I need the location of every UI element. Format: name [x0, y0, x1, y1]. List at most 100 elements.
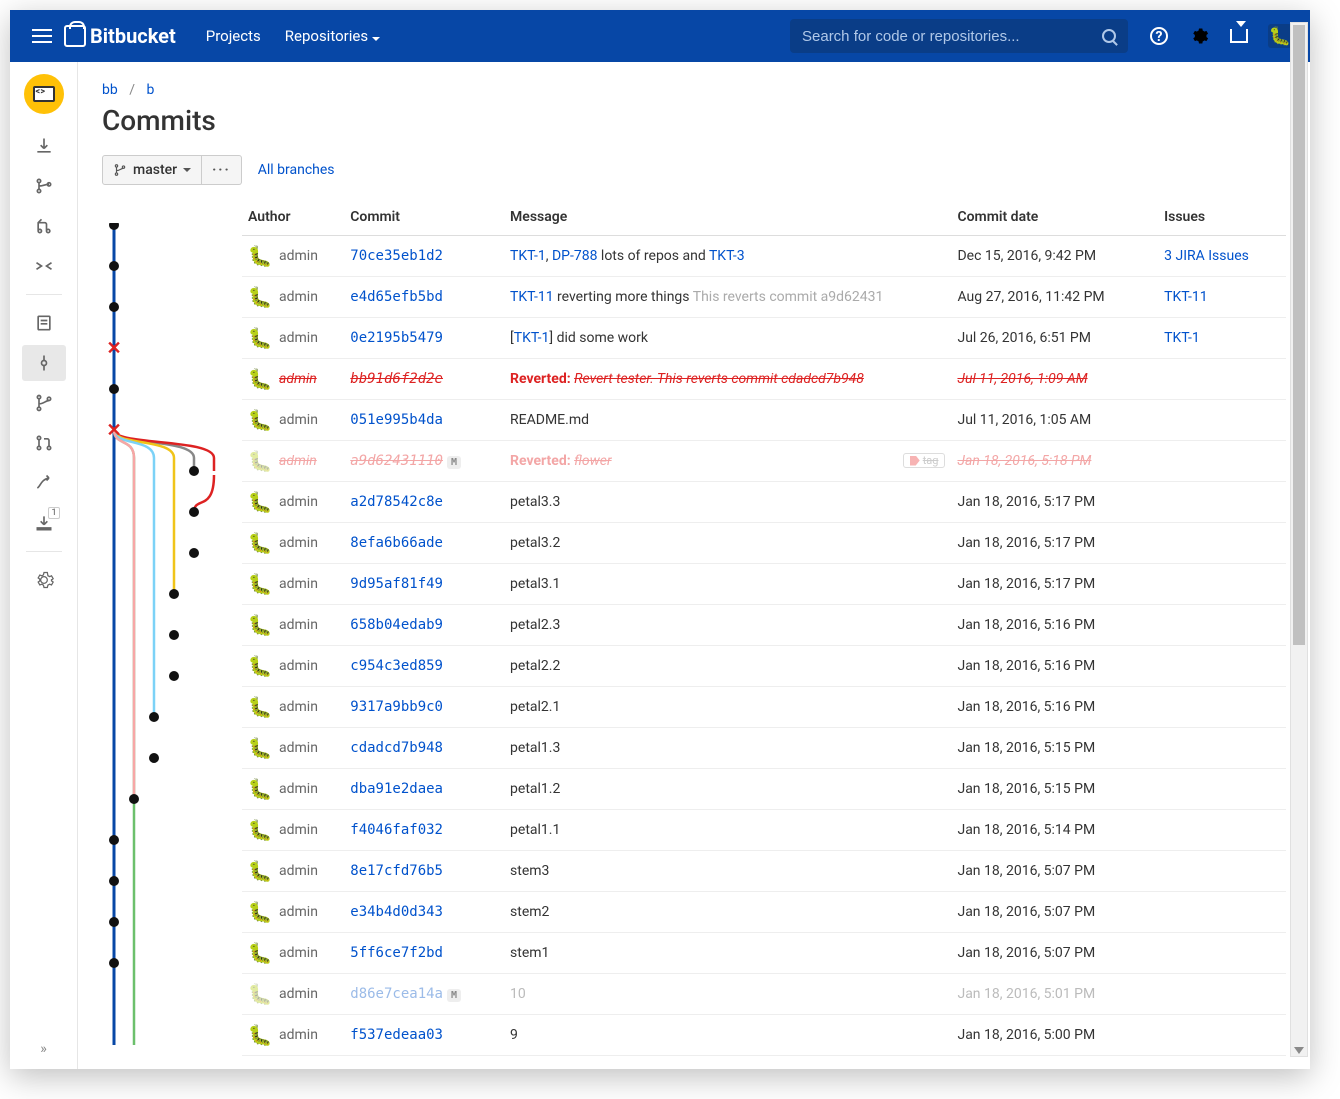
author-name: admin: [279, 740, 318, 756]
project-avatar[interactable]: [24, 74, 64, 114]
commit-row[interactable]: 🐛admina9d62431110MReverted: flowertagJan…: [242, 441, 1286, 482]
issue-link[interactable]: TKT-3: [709, 248, 745, 264]
commit-hash[interactable]: 70ce35eb1d2: [350, 248, 443, 264]
commit-row[interactable]: 🐛adminbb91d6f2d2eReverted: Revert tester…: [242, 359, 1286, 400]
sidebar-compare[interactable]: [22, 248, 66, 284]
sidebar-clone[interactable]: [22, 128, 66, 164]
commit-hash[interactable]: a9d62431110: [350, 453, 443, 469]
commit-hash[interactable]: f4046faf032: [350, 822, 443, 838]
commit-row[interactable]: 🐛adminf4046faf032petal1.1Jan 18, 2016, 5…: [242, 810, 1286, 851]
commit-message: petal2.1: [504, 687, 951, 728]
scroll-down-arrow[interactable]: [1294, 1047, 1304, 1054]
commit-hash[interactable]: 8efa6b66ade: [350, 535, 443, 551]
svg-text:✕: ✕: [106, 338, 121, 358]
commit-hash[interactable]: 658b04edab9: [350, 617, 443, 633]
commit-row[interactable]: 🐛admin9d95af81f49petal3.1Jan 18, 2016, 5…: [242, 564, 1286, 605]
breadcrumb-project[interactable]: bb: [102, 82, 118, 98]
commit-hash[interactable]: 0e2195b5479: [350, 330, 443, 346]
sidebar-pull-requests[interactable]: [22, 425, 66, 461]
merge-badge: M: [447, 989, 461, 1002]
scrollbar-thumb[interactable]: [1293, 25, 1305, 645]
gear-icon[interactable]: [1188, 25, 1210, 47]
commit-row[interactable]: 🐛adminf537edeaa039Jan 18, 2016, 5:00 PM: [242, 1015, 1286, 1056]
all-branches-link[interactable]: All branches: [258, 162, 335, 178]
commit-issues: [1158, 810, 1286, 851]
commit-row[interactable]: 🐛admin0e2195b5479[TKT-1] did some workJu…: [242, 318, 1286, 359]
issue-link[interactable]: TKT-1: [510, 248, 546, 264]
commit-hash[interactable]: dba91e2daea: [350, 781, 443, 797]
commit-row[interactable]: 🐛admincdadcd7b948petal1.3Jan 18, 2016, 5…: [242, 728, 1286, 769]
commit-row[interactable]: 🐛admina2d78542c8epetal3.3Jan 18, 2016, 5…: [242, 482, 1286, 523]
commit-row[interactable]: 🐛admine4d65efb5bdTKT-11 reverting more t…: [242, 277, 1286, 318]
help-icon[interactable]: ?: [1148, 25, 1170, 47]
breadcrumb-repo[interactable]: b: [146, 82, 154, 98]
search-input[interactable]: [802, 28, 1102, 45]
commit-issues: [1158, 482, 1286, 523]
sidebar-create-branch[interactable]: [22, 168, 66, 204]
inbox-icon[interactable]: [1228, 25, 1250, 47]
commit-issues: 3 JIRA Issues: [1158, 236, 1286, 277]
commit-date: Jan 18, 2016, 5:07 PM: [951, 851, 1158, 892]
issues-link[interactable]: TKT-11: [1164, 289, 1208, 305]
sidebar-branches[interactable]: [22, 385, 66, 421]
branch-selector[interactable]: master: [102, 155, 202, 185]
commit-hash[interactable]: a2d78542c8e: [350, 494, 443, 510]
search-box[interactable]: [790, 19, 1128, 53]
sidebar-create-pull[interactable]: [22, 208, 66, 244]
sidebar-source[interactable]: [22, 305, 66, 341]
sidebar-forks[interactable]: [22, 465, 66, 501]
commit-row[interactable]: 🐛admin70ce35eb1d2TKT-1, DP-788 lots of r…: [242, 236, 1286, 277]
commit-hash[interactable]: e4d65efb5bd: [350, 289, 443, 305]
brand-logo[interactable]: Bitbucket: [64, 24, 176, 48]
issue-link[interactable]: TKT-11: [510, 289, 554, 305]
commit-row[interactable]: 🐛admin5ff6ce7f2bdstem1Jan 18, 2016, 5:07…: [242, 933, 1286, 974]
commit-row[interactable]: 🐛admindba91e2daeapetal1.2Jan 18, 2016, 5…: [242, 769, 1286, 810]
commit-hash[interactable]: cdadcd7b948: [350, 740, 443, 756]
issue-link[interactable]: TKT-1: [514, 330, 550, 346]
commit-row[interactable]: 🐛admin8efa6b66adepetal3.2Jan 18, 2016, 5…: [242, 523, 1286, 564]
nav-projects[interactable]: Projects: [206, 27, 261, 45]
author-avatar: 🐛: [248, 244, 272, 268]
menu-icon[interactable]: [20, 35, 64, 37]
nav-repositories[interactable]: Repositories: [285, 27, 380, 45]
issues-link[interactable]: 3 JIRA Issues: [1164, 248, 1249, 264]
author-avatar: 🐛: [248, 449, 272, 473]
sidebar-settings[interactable]: [22, 562, 66, 598]
sidebar-expand[interactable]: »: [10, 1041, 77, 1057]
commit-hash[interactable]: 5ff6ce7f2bd: [350, 945, 443, 961]
commits-toolbar: master ··· All branches: [102, 155, 1286, 185]
commit-date: Jan 18, 2016, 5:07 PM: [951, 892, 1158, 933]
vertical-scrollbar[interactable]: [1290, 22, 1308, 1057]
commit-row[interactable]: 🐛admin051e995b4daREADME.mdJul 11, 2016, …: [242, 400, 1286, 441]
commit-row[interactable]: 🐛admine34b4d0d343stem2Jan 18, 2016, 5:07…: [242, 892, 1286, 933]
commit-hash[interactable]: bb91d6f2d2e: [350, 371, 443, 387]
commit-row[interactable]: 🐛adminc954c3ed859petal2.2Jan 18, 2016, 5…: [242, 646, 1286, 687]
sidebar-commits[interactable]: [22, 345, 66, 381]
commit-issues: [1158, 687, 1286, 728]
more-actions-button[interactable]: ···: [202, 155, 242, 185]
commit-hash[interactable]: d86e7cea14a: [350, 986, 443, 1002]
issue-link[interactable]: DP-788: [552, 248, 598, 264]
sidebar-downloads[interactable]: 1: [22, 505, 66, 541]
commit-row[interactable]: 🐛admin9317a9bb9c0petal2.1Jan 18, 2016, 5…: [242, 687, 1286, 728]
commit-hash[interactable]: f537edeaa03: [350, 1027, 443, 1043]
commit-message: stem2: [504, 892, 951, 933]
commit-hash[interactable]: 9d95af81f49: [350, 576, 443, 592]
commit-hash[interactable]: 9317a9bb9c0: [350, 699, 443, 715]
commit-hash[interactable]: 8e17cfd76b5: [350, 863, 443, 879]
commit-hash[interactable]: c954c3ed859: [350, 658, 443, 674]
author-avatar: 🐛: [248, 654, 272, 678]
commit-row[interactable]: 🐛admind86e7cea14aM10Jan 18, 2016, 5:01 P…: [242, 974, 1286, 1015]
commit-date: Jan 18, 2016, 5:17 PM: [951, 523, 1158, 564]
commit-message: TKT-11 reverting more things This revert…: [504, 277, 951, 318]
commit-date: Jan 18, 2016, 5:16 PM: [951, 605, 1158, 646]
commit-row[interactable]: 🐛admin658b04edab9petal2.3Jan 18, 2016, 5…: [242, 605, 1286, 646]
author-avatar: 🐛: [248, 408, 272, 432]
commit-hash[interactable]: 051e995b4da: [350, 412, 443, 428]
author-name: admin: [279, 576, 318, 592]
bitbucket-icon: [64, 25, 86, 47]
commit-row[interactable]: 🐛admin8e17cfd76b5stem3Jan 18, 2016, 5:07…: [242, 851, 1286, 892]
issues-link[interactable]: TKT-1: [1164, 330, 1200, 346]
user-avatar[interactable]: 🐛: [1268, 24, 1292, 48]
commit-hash[interactable]: e34b4d0d343: [350, 904, 443, 920]
